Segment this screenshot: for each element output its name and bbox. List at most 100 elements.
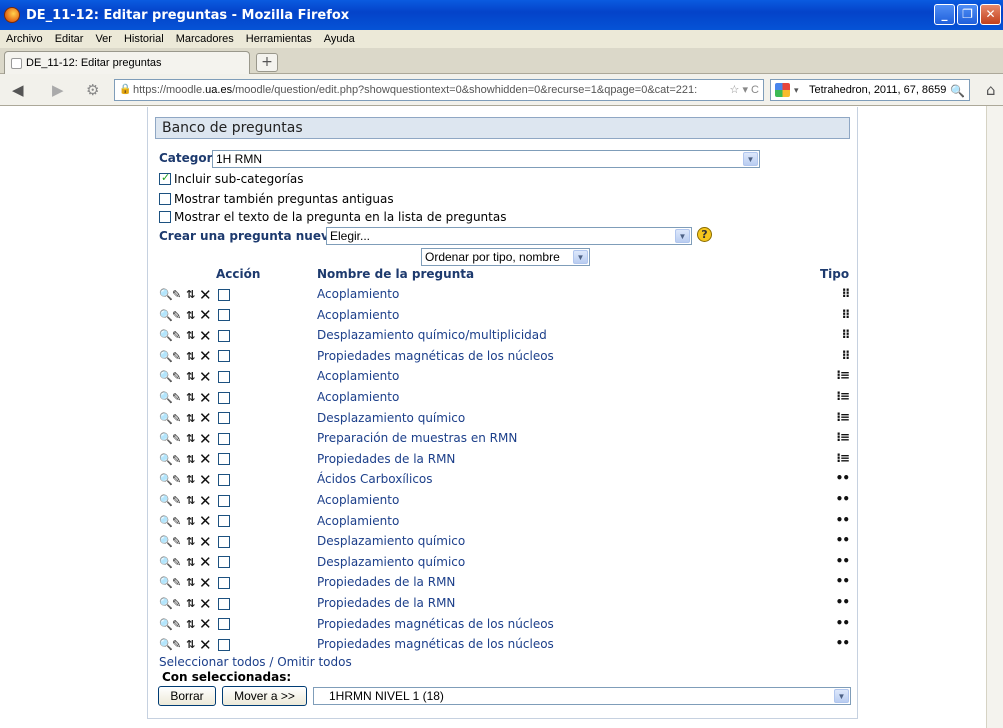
delete-icon[interactable]: ✕ <box>199 493 213 508</box>
page-scrollbar[interactable] <box>986 106 1003 728</box>
move-icon[interactable]: ⇅ <box>186 618 197 631</box>
home-icon[interactable]: ⌂ <box>986 81 996 99</box>
edit-icon[interactable]: ✎ <box>172 432 184 445</box>
delete-icon[interactable]: ✕ <box>199 287 213 302</box>
sort-select[interactable]: Ordenar por tipo, nombre ▼ <box>421 248 590 266</box>
move-icon[interactable]: ⇅ <box>186 329 197 342</box>
preview-icon[interactable]: 🔍 <box>159 473 173 486</box>
show-text-checkbox[interactable] <box>159 211 171 223</box>
reload-icon[interactable]: C <box>751 84 759 96</box>
edit-icon[interactable]: ✎ <box>172 329 184 342</box>
tab-editar-preguntas[interactable]: DE_11-12: Editar preguntas <box>4 51 250 74</box>
preview-icon[interactable]: 🔍 <box>159 638 173 651</box>
edit-icon[interactable]: ✎ <box>172 618 184 631</box>
preview-icon[interactable]: 🔍 <box>159 597 173 610</box>
edit-icon[interactable]: ✎ <box>172 309 184 322</box>
google-engine-icon[interactable] <box>775 83 790 97</box>
move-icon[interactable]: ⇅ <box>186 556 197 569</box>
move-icon[interactable]: ⇅ <box>186 370 197 383</box>
move-icon[interactable]: ⇅ <box>186 494 197 507</box>
preview-icon[interactable]: 🔍 <box>159 412 173 425</box>
delete-icon[interactable]: ✕ <box>199 308 213 323</box>
delete-icon[interactable]: ✕ <box>199 514 213 529</box>
preview-icon[interactable]: 🔍 <box>159 370 173 383</box>
delete-icon[interactable]: ✕ <box>199 349 213 364</box>
row-checkbox[interactable] <box>218 432 230 445</box>
row-checkbox[interactable] <box>218 576 230 589</box>
row-checkbox[interactable] <box>218 473 230 486</box>
preview-icon[interactable]: 🔍 <box>159 556 173 569</box>
search-bar[interactable]: ▾ Tetrahedron, 2011, 67, 8659 🔍 <box>770 79 970 101</box>
create-question-select[interactable]: Elegir... ▼ <box>326 227 692 245</box>
delete-icon[interactable]: ✕ <box>199 328 213 343</box>
column-header-type[interactable]: Tipo <box>820 267 849 281</box>
move-icon[interactable]: ⇅ <box>186 391 197 404</box>
row-checkbox[interactable] <box>218 556 230 569</box>
move-icon[interactable]: ⇅ <box>186 432 197 445</box>
row-checkbox[interactable] <box>218 288 230 301</box>
delete-icon[interactable]: ✕ <box>199 452 213 467</box>
menu-archivo[interactable]: Archivo <box>0 33 49 45</box>
maximize-button[interactable]: ❐ <box>957 4 978 25</box>
move-icon[interactable]: ⇅ <box>186 473 197 486</box>
back-arrow-icon[interactable]: ◀ <box>12 81 24 99</box>
preview-icon[interactable]: 🔍 <box>159 535 173 548</box>
edit-icon[interactable]: ✎ <box>172 412 184 425</box>
minimize-button[interactable]: _ <box>934 4 955 25</box>
edit-icon[interactable]: ✎ <box>172 535 184 548</box>
url-dropdown-icon[interactable]: ▾ <box>742 84 748 96</box>
edit-icon[interactable]: ✎ <box>172 370 184 383</box>
edit-icon[interactable]: ✎ <box>172 473 184 486</box>
row-checkbox[interactable] <box>218 618 230 631</box>
move-icon[interactable]: ⇅ <box>186 453 197 466</box>
delete-icon[interactable]: ✕ <box>199 411 213 426</box>
menu-ayuda[interactable]: Ayuda <box>318 33 361 45</box>
delete-icon[interactable]: ✕ <box>199 555 213 570</box>
row-checkbox[interactable] <box>218 350 230 363</box>
edit-icon[interactable]: ✎ <box>172 350 184 363</box>
edit-icon[interactable]: ✎ <box>172 494 184 507</box>
preview-icon[interactable]: 🔍 <box>159 618 173 631</box>
preview-icon[interactable]: 🔍 <box>159 515 173 528</box>
menu-editar[interactable]: Editar <box>49 33 90 45</box>
row-checkbox[interactable] <box>218 535 230 548</box>
help-icon[interactable]: ? <box>697 227 712 242</box>
edit-icon[interactable]: ✎ <box>172 288 184 301</box>
move-icon[interactable]: ⇅ <box>186 597 197 610</box>
move-icon[interactable]: ⇅ <box>186 350 197 363</box>
move-icon[interactable]: ⇅ <box>186 576 197 589</box>
row-checkbox[interactable] <box>218 309 230 322</box>
move-icon[interactable]: ⇅ <box>186 309 197 322</box>
row-checkbox[interactable] <box>218 597 230 610</box>
row-checkbox[interactable] <box>218 494 230 507</box>
edit-icon[interactable]: ✎ <box>172 597 184 610</box>
delete-icon[interactable]: ✕ <box>199 390 213 405</box>
menu-marcadores[interactable]: Marcadores <box>170 33 240 45</box>
menu-historial[interactable]: Historial <box>118 33 170 45</box>
delete-icon[interactable]: ✕ <box>199 596 213 611</box>
preview-icon[interactable]: 🔍 <box>159 432 173 445</box>
preview-icon[interactable]: 🔍 <box>159 350 173 363</box>
delete-icon[interactable]: ✕ <box>199 575 213 590</box>
edit-icon[interactable]: ✎ <box>172 576 184 589</box>
select-all-link[interactable]: Seleccionar todos / Omitir todos <box>159 655 352 669</box>
row-checkbox[interactable] <box>218 370 230 383</box>
delete-icon[interactable]: ✕ <box>199 472 213 487</box>
new-tab-button[interactable]: + <box>256 53 278 72</box>
row-checkbox[interactable] <box>218 391 230 404</box>
row-checkbox[interactable] <box>218 515 230 528</box>
delete-icon[interactable]: ✕ <box>199 534 213 549</box>
move-icon[interactable]: ⇅ <box>186 288 197 301</box>
move-target-select[interactable]: 1HRMN NIVEL 1 (18) ▼ <box>313 687 851 705</box>
edit-icon[interactable]: ✎ <box>172 515 184 528</box>
include-subcategories-checkbox[interactable] <box>159 171 171 185</box>
menu-herramientas[interactable]: Herramientas <box>240 33 318 45</box>
delete-icon[interactable]: ✕ <box>199 369 213 384</box>
preview-icon[interactable]: 🔍 <box>159 576 173 589</box>
move-icon[interactable]: ⇅ <box>186 535 197 548</box>
delete-icon[interactable]: ✕ <box>199 431 213 446</box>
preview-icon[interactable]: 🔍 <box>159 309 173 322</box>
preview-icon[interactable]: 🔍 <box>159 453 173 466</box>
show-old-checkbox[interactable] <box>159 193 171 205</box>
search-icon[interactable]: 🔍 <box>950 81 965 101</box>
